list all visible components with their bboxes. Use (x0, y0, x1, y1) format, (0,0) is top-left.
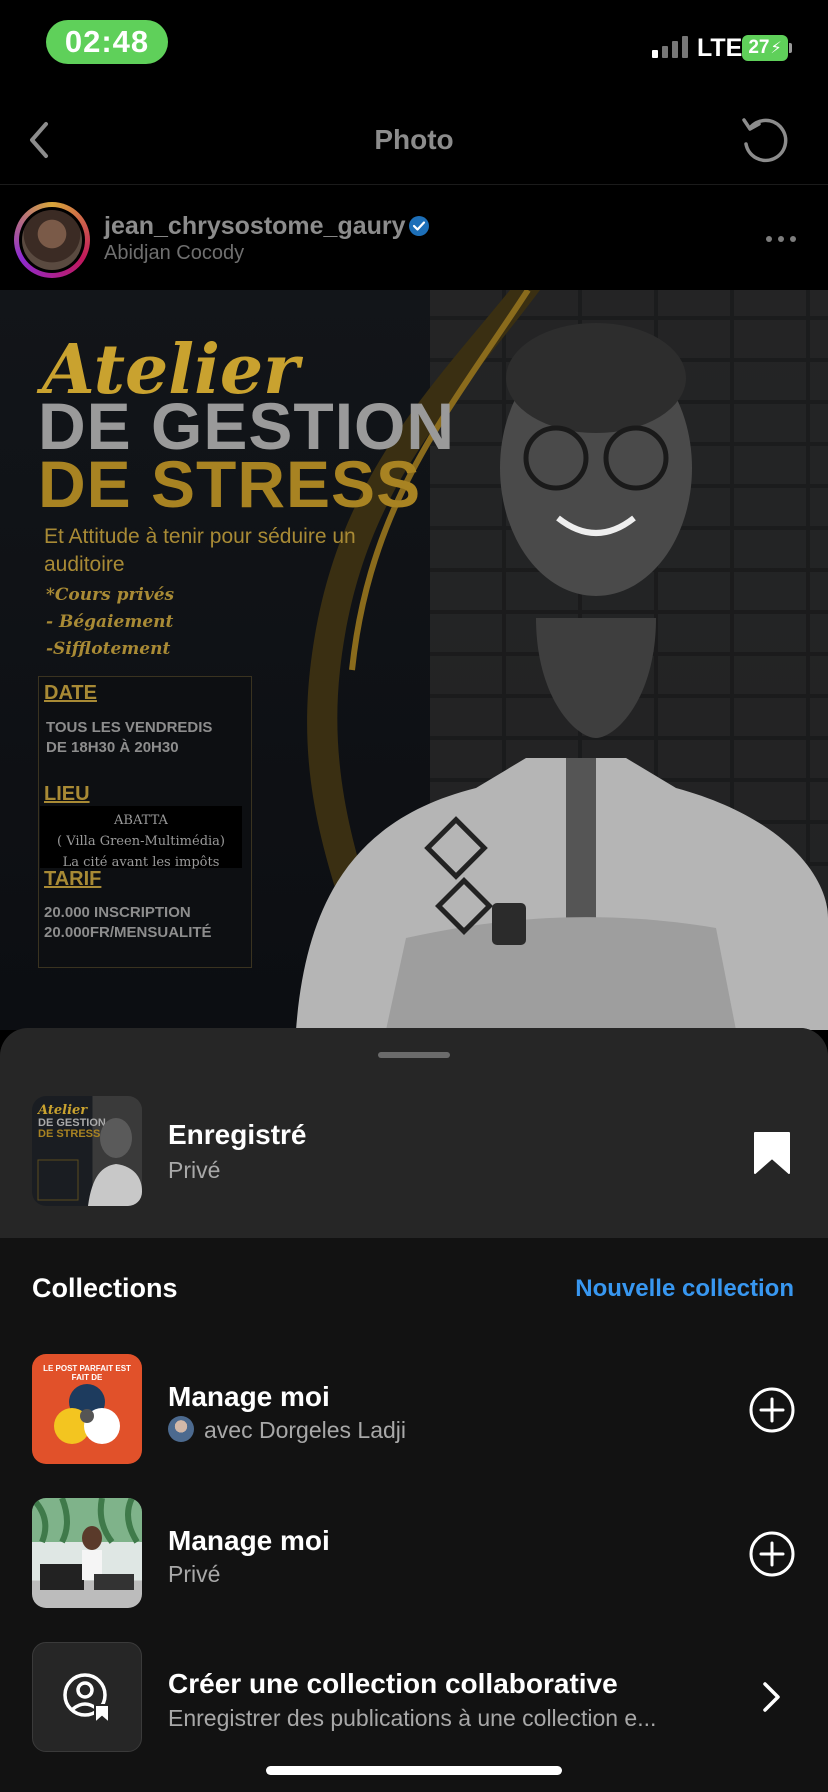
chevron-right-icon[interactable] (760, 1680, 784, 1714)
create-collection-title[interactable]: Créer une collection collaborative (168, 1668, 618, 1700)
create-collection-subtitle: Enregistrer des publications à une colle… (168, 1705, 657, 1731)
poster-lieu-label: LIEU (44, 783, 90, 805)
new-collection-link[interactable]: Nouvelle collection (490, 1275, 794, 1303)
sheet-grabber[interactable] (378, 1052, 450, 1058)
poster-bullet: -Sifflotement (46, 639, 171, 659)
poster-tarif-value: 20.000 INSCRIPTION 20.000FR/MENSUALITÉ (44, 904, 212, 941)
signal-icon (652, 36, 688, 58)
more-options-icon[interactable] (766, 236, 796, 242)
network-type: LTE (697, 34, 743, 62)
battery-icon: 27 ⚡ (742, 35, 788, 61)
collection-title[interactable]: Manage moi (168, 1381, 330, 1413)
collection-thumbnail[interactable] (32, 1498, 142, 1608)
battery-cap (789, 43, 792, 53)
poster-lieu-value: ABATTA ( Villa Green-Multimédia) La cité… (56, 813, 226, 870)
poster-date-value: TOUS LES VENDREDIS DE 18H30 À 20H30 (46, 719, 213, 756)
create-collection-thumbnail[interactable] (32, 1642, 142, 1752)
poster-subtitle: Et Attitude à tenir pour séduire un audi… (44, 525, 356, 576)
svg-text:DE STRESS: DE STRESS (38, 1128, 100, 1140)
bookmark-filled-icon[interactable] (752, 1130, 792, 1176)
battery-level: 27 (748, 37, 770, 58)
poster-title-line2: DE STRESS (38, 447, 422, 521)
poster-tarif-label: TARIF (44, 868, 102, 890)
collections-heading: Collections (32, 1273, 178, 1303)
avatar[interactable] (22, 210, 82, 270)
poster-bullet: - Bégaiement (46, 612, 174, 632)
page-title: Photo (374, 124, 454, 155)
post-location[interactable]: Abidjan Cocody (104, 242, 244, 265)
collection-subtitle: avec Dorgeles Ladji (204, 1417, 407, 1443)
home-indicator[interactable] (266, 1766, 562, 1775)
add-to-collection-icon[interactable] (748, 1530, 796, 1578)
poster-bullets: *Cours privés - Bégaiement -Sifflotement (46, 582, 174, 663)
verified-badge-icon (409, 216, 429, 236)
saved-thumbnail: Atelier DE GESTION DE STRESS (32, 1096, 142, 1206)
collaborator-avatar (168, 1416, 194, 1442)
saved-title: Enregistré (168, 1119, 307, 1150)
nav-divider (0, 184, 828, 185)
post-username[interactable]: jean_chrysostome_gaury (104, 212, 406, 241)
svg-text:Atelier: Atelier (36, 1103, 88, 1118)
poster-bullet: *Cours privés (46, 585, 175, 605)
status-time: 02:48 (46, 20, 168, 64)
saved-subtitle: Privé (168, 1157, 221, 1183)
collection-thumbnail[interactable]: LE POST PARFAIT EST FAIT DE (32, 1354, 142, 1464)
poster-date-label: DATE (44, 682, 97, 704)
refresh-icon[interactable] (736, 112, 792, 168)
add-to-collection-icon[interactable] (748, 1386, 796, 1434)
collection-title[interactable]: Manage moi (168, 1525, 330, 1557)
collection-subtitle: Privé (168, 1561, 221, 1587)
